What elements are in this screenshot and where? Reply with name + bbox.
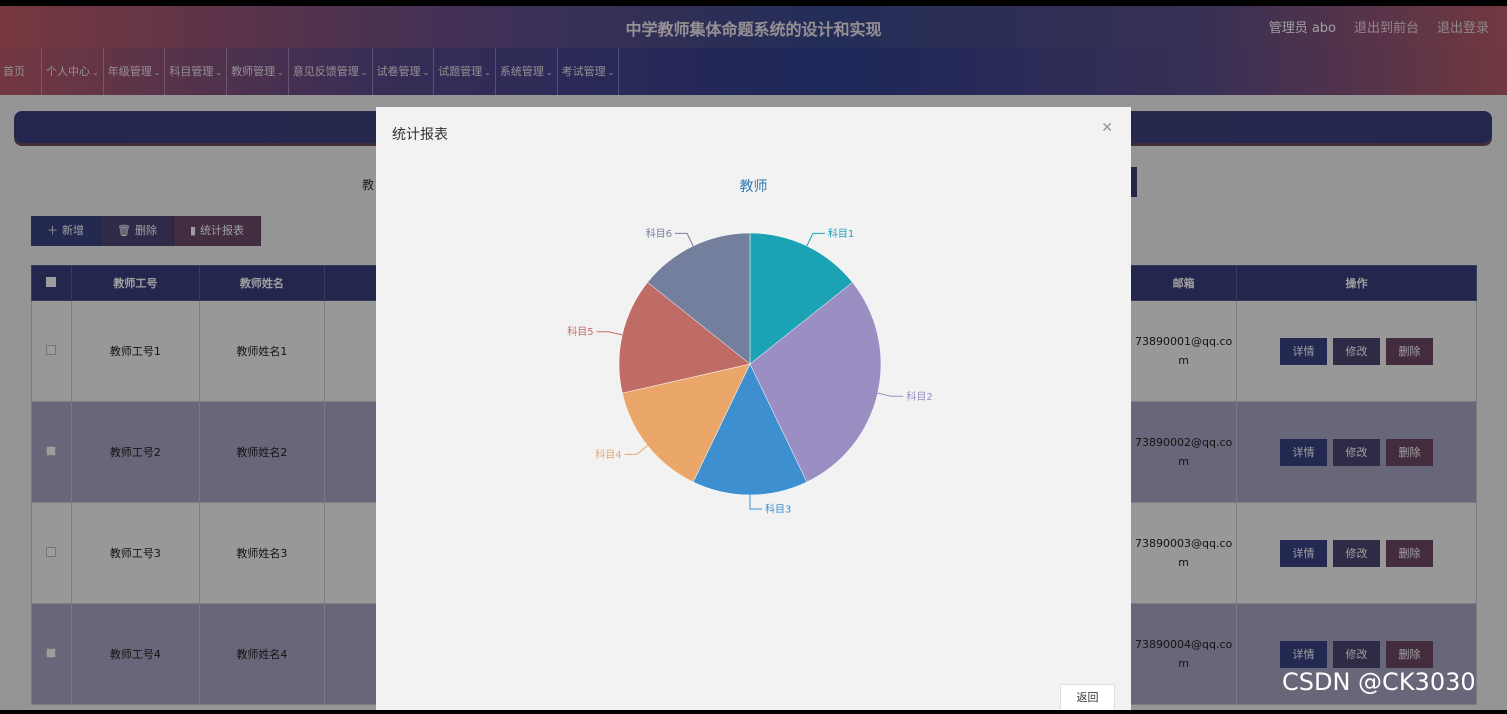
pie-label-line-1: [806, 232, 825, 247]
pie-label-line-6: [675, 232, 694, 247]
app-window: 中学教师集体命题系统的设计和实现 管理员 abo 退出到前台 退出登录 首页 个人…: [0, 6, 1507, 710]
back-button[interactable]: 返回: [1060, 684, 1115, 710]
pie-label-line-4: [624, 445, 648, 455]
pie-label-line-5: [596, 331, 623, 336]
pie-label-3: 科目3: [765, 503, 791, 516]
stats-report-dialog: 统计报表 ✕ 教师 科目1 科目2 科目3 科目4 科目5 科目6 返回: [376, 107, 1131, 710]
pie-label-6: 科目6: [646, 227, 672, 240]
pie-label-4: 科目4: [595, 448, 621, 461]
pie-label-1: 科目1: [828, 227, 854, 240]
pie-label-line-3: [749, 495, 762, 510]
pie-chart: 科目1 科目2 科目3 科目4 科目5 科目6: [567, 227, 932, 516]
watermark: CSDN @CK3030: [1282, 668, 1476, 696]
pie-label-line-2: [877, 392, 904, 397]
pie-label-5: 科目5: [567, 325, 593, 338]
pie-label-2: 科目2: [906, 390, 932, 403]
